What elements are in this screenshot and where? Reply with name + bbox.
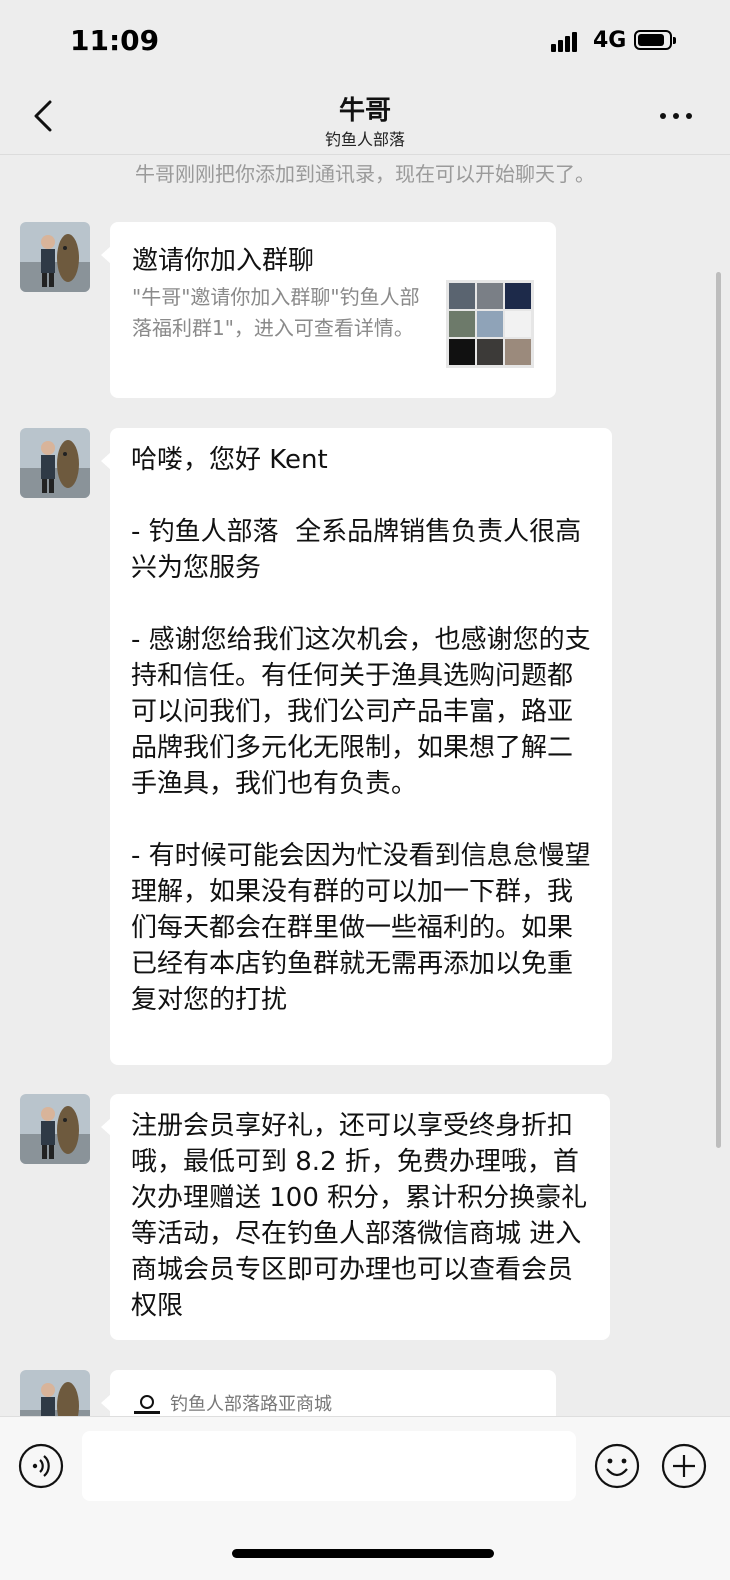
more-dots-icon[interactable]	[660, 110, 696, 122]
group-invite-card[interactable]: 邀请你加入群聊 "牛哥"邀请你加入群聊"钓鱼人部落福利群1"，进入可查看详情。	[101, 222, 556, 398]
voice-icon[interactable]	[18, 1443, 64, 1489]
brand-logo-icon	[134, 1395, 160, 1414]
message-bubble[interactable]: 哈喽，您好 Kent - 钓鱼人部落 全系品牌销售负责人很高兴为您服务 - 感谢…	[101, 428, 612, 1065]
chat-subtitle: 钓鱼人部落	[324, 130, 405, 149]
mini-program-card[interactable]: 钓鱼人部落路亚商城	[101, 1370, 556, 1416]
mini-program-brand: 钓鱼人部落路亚商城	[132, 1390, 332, 1416]
avatar-photo	[20, 1370, 90, 1416]
invite-title: 邀请你加入群聊	[132, 246, 315, 276]
mini-program-name: 钓鱼人部落路亚商城	[170, 1394, 332, 1415]
message-input[interactable]	[82, 1431, 576, 1501]
avatar-photo	[20, 222, 90, 292]
chat-title: 牛哥	[338, 96, 391, 126]
avatar-photo	[20, 1094, 90, 1164]
contact-avatar[interactable]	[20, 1370, 90, 1416]
system-message: 牛哥刚刚把你添加到通讯录，现在可以开始聊天了。	[135, 162, 595, 186]
chat-header: 牛哥 钓鱼人部落	[0, 80, 730, 155]
message-bubble[interactable]: 注册会员享好礼，还可以享受终身折扣哦，最低可到 8.2 折，免费办理哦，首次办理…	[101, 1094, 610, 1340]
network-type: 4G	[593, 28, 627, 53]
battery-icon	[634, 30, 676, 50]
status-time: 11:09	[70, 24, 160, 57]
signal-icon	[551, 30, 583, 52]
scrollbar[interactable]	[716, 272, 721, 1148]
plus-icon[interactable]	[661, 1443, 707, 1489]
contact-avatar[interactable]	[20, 1094, 90, 1164]
message-text: 注册会员享好礼，还可以享受终身折扣哦，最低可到 8.2 折，免费办理哦，首次办理…	[131, 1111, 588, 1321]
message-text: 哈喽，您好 Kent - 钓鱼人部落 全系品牌销售负责人很高兴为您服务 - 感谢…	[131, 445, 591, 1015]
status-bar: 11:09 4G	[0, 0, 730, 80]
avatar-photo	[20, 428, 90, 498]
group-avatar-grid	[446, 280, 534, 368]
emoji-icon[interactable]	[594, 1443, 640, 1489]
home-indicator	[232, 1549, 494, 1558]
invite-description: "牛哥"邀请你加入群聊"钓鱼人部落福利群1"，进入可查看详情。	[132, 285, 420, 340]
contact-avatar[interactable]	[20, 222, 90, 292]
contact-avatar[interactable]	[20, 428, 90, 498]
